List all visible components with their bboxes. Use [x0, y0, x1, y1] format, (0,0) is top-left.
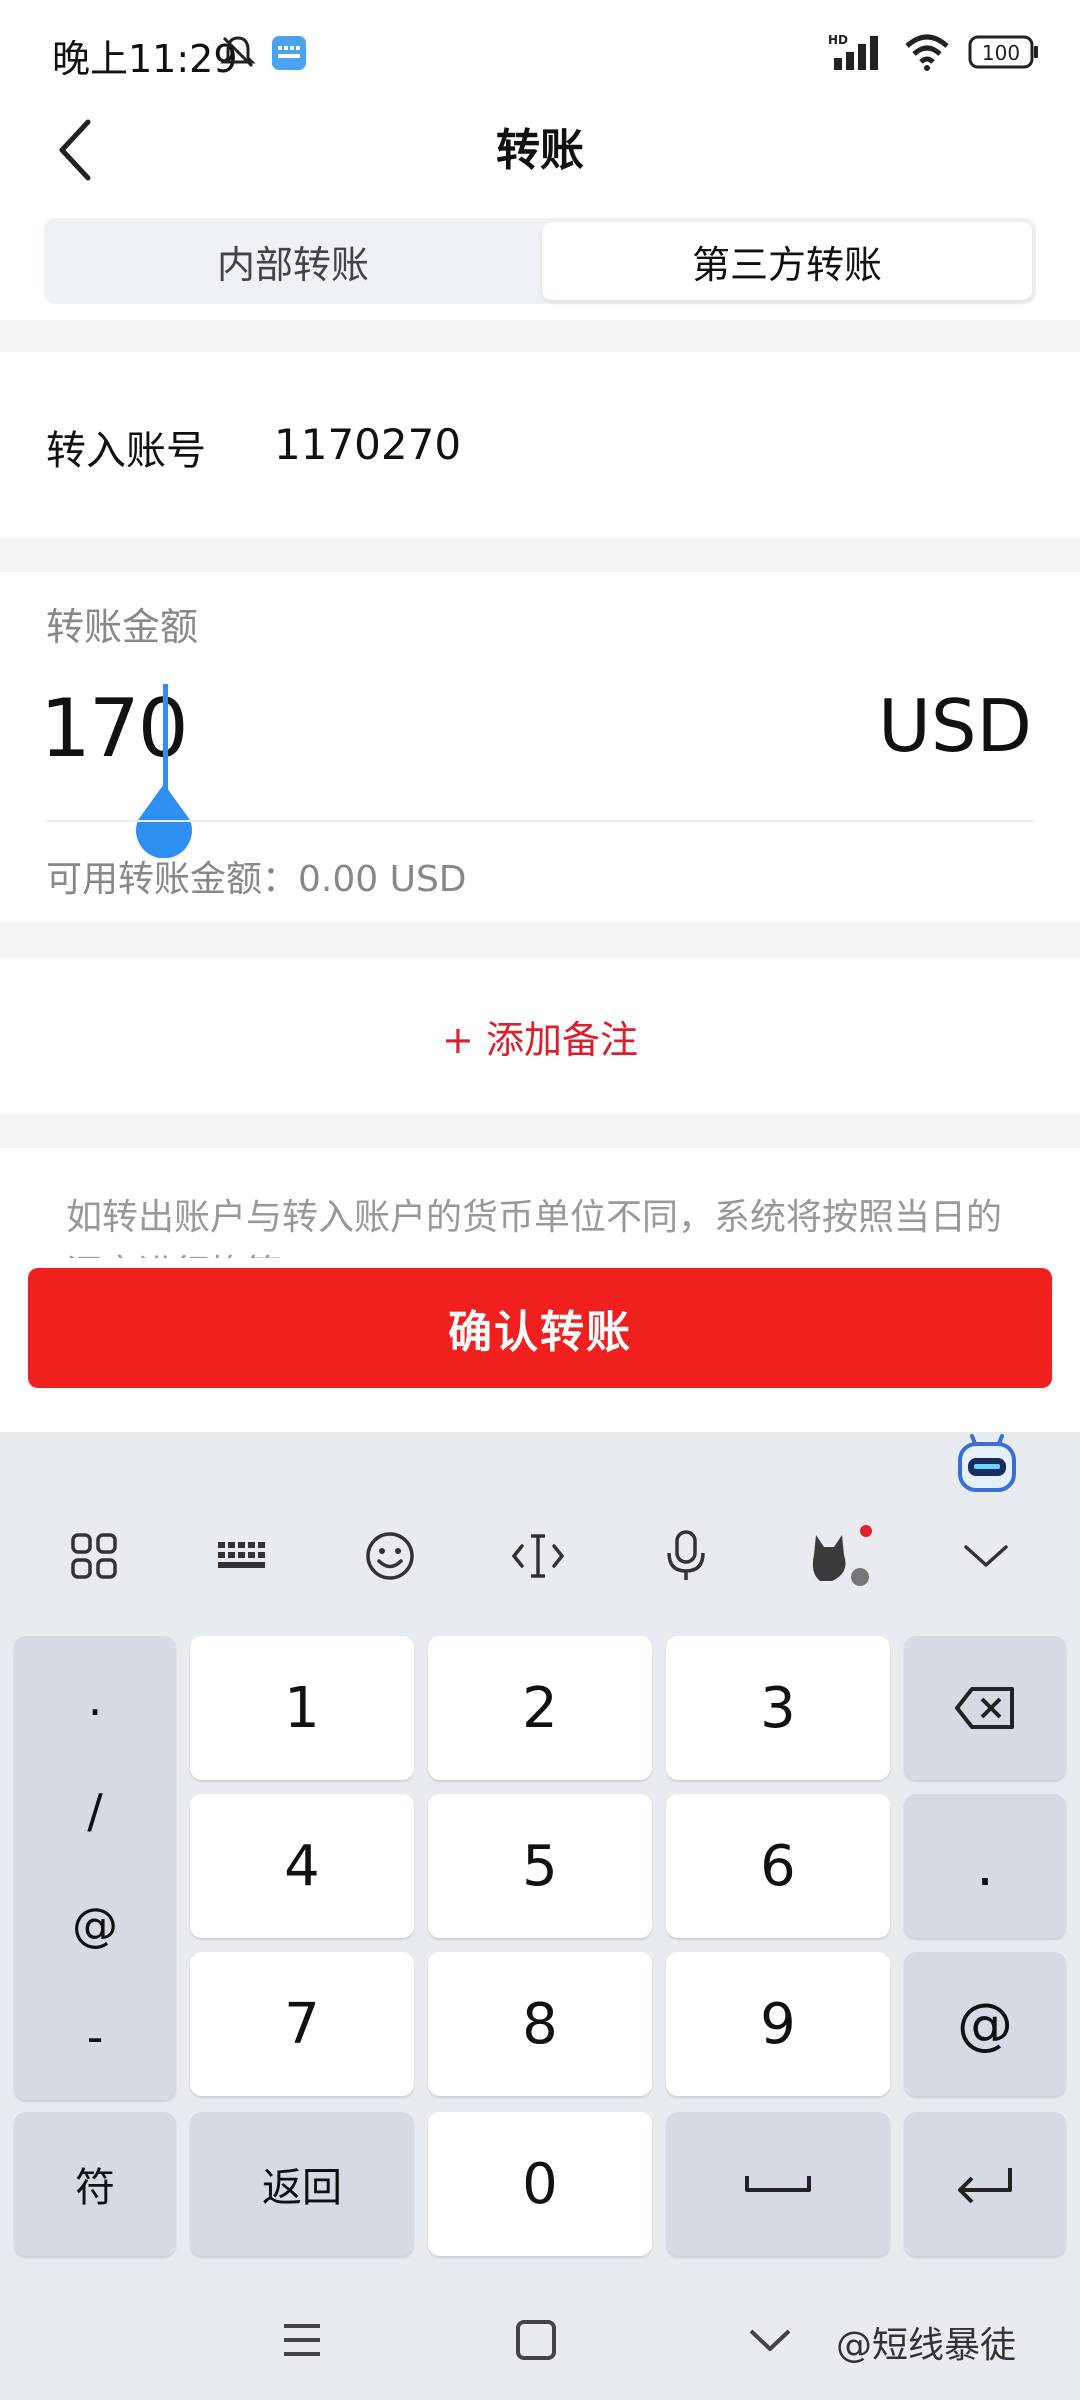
backspace-icon [955, 1687, 1014, 1729]
account-label: 转入账号 [46, 428, 206, 474]
confirm-transfer-button[interactable]: 确认转账 [28, 1268, 1052, 1388]
battery-icon: 100 [968, 35, 1038, 69]
exchange-tip: 如转出账户与转入账户的货币单位不同，系统将按照当日的汇率进行换算。 [0, 1148, 1080, 1258]
amount-section: 转账金额 170 USD 可用转账金额：0.00 USD [0, 572, 1080, 922]
watermark: @短线暴徒 [836, 2325, 1017, 2366]
emoji-icon[interactable] [360, 1526, 420, 1586]
battery-level: 100 [982, 41, 1020, 65]
assistant-robot-icon[interactable] [956, 1432, 1018, 1496]
key-8[interactable]: 8 [428, 1952, 652, 2096]
status-icons: HD 100 [828, 30, 1040, 74]
currency-label: USD [878, 684, 1032, 768]
keyboard-toolbar [0, 1492, 1080, 1620]
key-5[interactable]: 5 [428, 1794, 652, 1938]
tab-internal-transfer[interactable]: 内部转账 [48, 222, 538, 300]
signal-icon: HD [828, 33, 878, 70]
enter-key[interactable] [904, 2112, 1066, 2256]
symbol-column[interactable]: . / @ - [14, 1636, 176, 2100]
key-7[interactable]: 7 [190, 1952, 414, 2096]
key-3[interactable]: 3 [666, 1636, 890, 1780]
at-key[interactable]: @ [904, 1952, 1066, 2096]
section-gap [0, 1114, 1080, 1148]
collapse-keyboard-icon[interactable] [956, 1526, 1016, 1586]
chevron-down-icon [749, 2329, 791, 2351]
mute-notification-icon [220, 36, 256, 68]
tab-third-party-transfer[interactable]: 第三方转账 [542, 222, 1032, 300]
keyboard-icon[interactable] [212, 1526, 272, 1586]
wifi-icon [905, 34, 949, 71]
add-note-button[interactable]: + 添加备注 [442, 1009, 638, 1064]
home-square-icon [516, 2320, 556, 2360]
section-gap [0, 922, 1080, 958]
status-time: 晚上11:29 [52, 37, 238, 81]
space-icon [745, 2176, 811, 2192]
header: 转账 内部转账 第三方转账 [0, 100, 1080, 304]
symbol-key[interactable]: / [14, 1784, 176, 1838]
account-input[interactable]: 1170270 [274, 420, 461, 469]
text-cursor [163, 684, 168, 794]
cursor-move-icon[interactable] [508, 1526, 568, 1586]
key-0[interactable]: 0 [428, 2112, 652, 2256]
back-key[interactable]: 返回 [190, 2112, 414, 2256]
network-label: HD [828, 33, 848, 47]
available-amount: 可用转账金额：0.00 USD [46, 859, 467, 900]
menu-nav-button[interactable] [272, 2310, 332, 2370]
microphone-icon[interactable] [656, 1526, 716, 1586]
cat-avatar-icon[interactable] [804, 1525, 874, 1586]
status-bar: 晚上11:29 HD 100 [0, 0, 1080, 100]
transfer-type-tabs: 内部转账 第三方转账 [44, 218, 1036, 304]
amount-label: 转账金额 [46, 605, 199, 649]
key-9[interactable]: 9 [666, 1952, 890, 2096]
symbol-key[interactable]: - [14, 2010, 176, 2064]
system-nav-bar: @短线暴徒 [0, 2280, 1080, 2400]
home-nav-button[interactable] [506, 2310, 566, 2370]
symbols-key[interactable]: 符 [14, 2112, 176, 2256]
page-title: 转账 [496, 125, 584, 176]
tip-text: 如转出账户与转入账户的货币单位不同，系统将按照当日的汇率进行换算。 [66, 1197, 1003, 1258]
menu-icon [284, 2324, 320, 2356]
account-row[interactable]: 转入账号 1170270 [0, 352, 1080, 538]
key-2[interactable]: 2 [428, 1636, 652, 1780]
key-6[interactable]: 6 [666, 1794, 890, 1938]
note-section: + 添加备注 [0, 958, 1080, 1114]
space-key[interactable] [666, 2112, 890, 2256]
enter-icon [958, 2168, 1012, 2204]
key-4[interactable]: 4 [190, 1794, 414, 1938]
symbol-key[interactable]: @ [14, 1898, 176, 1952]
section-gap [0, 320, 1080, 352]
back-nav-button[interactable] [740, 2310, 800, 2370]
dot-key[interactable]: . [904, 1794, 1066, 1938]
apps-grid-icon[interactable] [64, 1526, 124, 1586]
numeric-keyboard: . / @ - 1 2 3 4 5 6 . 7 8 9 @ 符 返回 0 [0, 1432, 1080, 2400]
amount-divider [46, 820, 1034, 822]
symbol-key[interactable]: . [14, 1672, 176, 1726]
backspace-key[interactable] [904, 1636, 1066, 1780]
keyboard-app-icon [272, 36, 306, 70]
section-gap [0, 538, 1080, 572]
key-1[interactable]: 1 [190, 1636, 414, 1780]
